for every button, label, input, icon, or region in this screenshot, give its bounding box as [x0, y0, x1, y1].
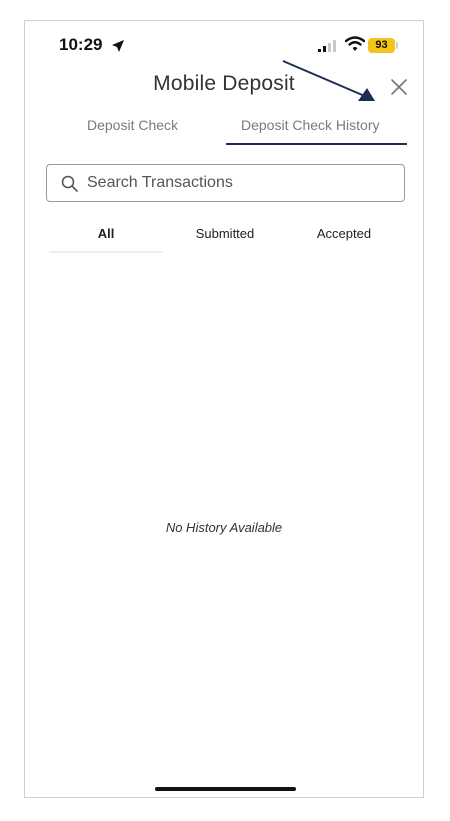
search-input[interactable]	[87, 165, 387, 201]
filter-submitted[interactable]: Submitted	[168, 226, 282, 241]
location-arrow-icon	[112, 40, 124, 52]
battery-nub	[396, 42, 398, 49]
empty-state-message: No History Available	[165, 520, 283, 535]
search-box[interactable]	[46, 164, 405, 202]
active-tab-underline	[226, 143, 407, 145]
home-indicator[interactable]	[155, 787, 296, 791]
search-icon	[61, 175, 78, 192]
battery-indicator: 93	[368, 38, 395, 53]
close-icon[interactable]	[389, 77, 409, 97]
phone-screen: 10:29 93 Mobile Deposit Deposit Check De…	[24, 20, 424, 798]
wifi-icon	[345, 36, 365, 51]
status-time: 10:29	[59, 35, 103, 54]
cellular-signal-icon	[318, 40, 336, 52]
active-filter-indicator	[49, 251, 163, 253]
filter-accepted[interactable]: Accepted	[287, 226, 401, 241]
filter-all[interactable]: All	[49, 226, 163, 241]
tab-deposit-check-history[interactable]: Deposit Check History	[241, 117, 380, 133]
tab-deposit-check[interactable]: Deposit Check	[87, 117, 178, 133]
annotation-arrow-icon	[282, 60, 375, 101]
